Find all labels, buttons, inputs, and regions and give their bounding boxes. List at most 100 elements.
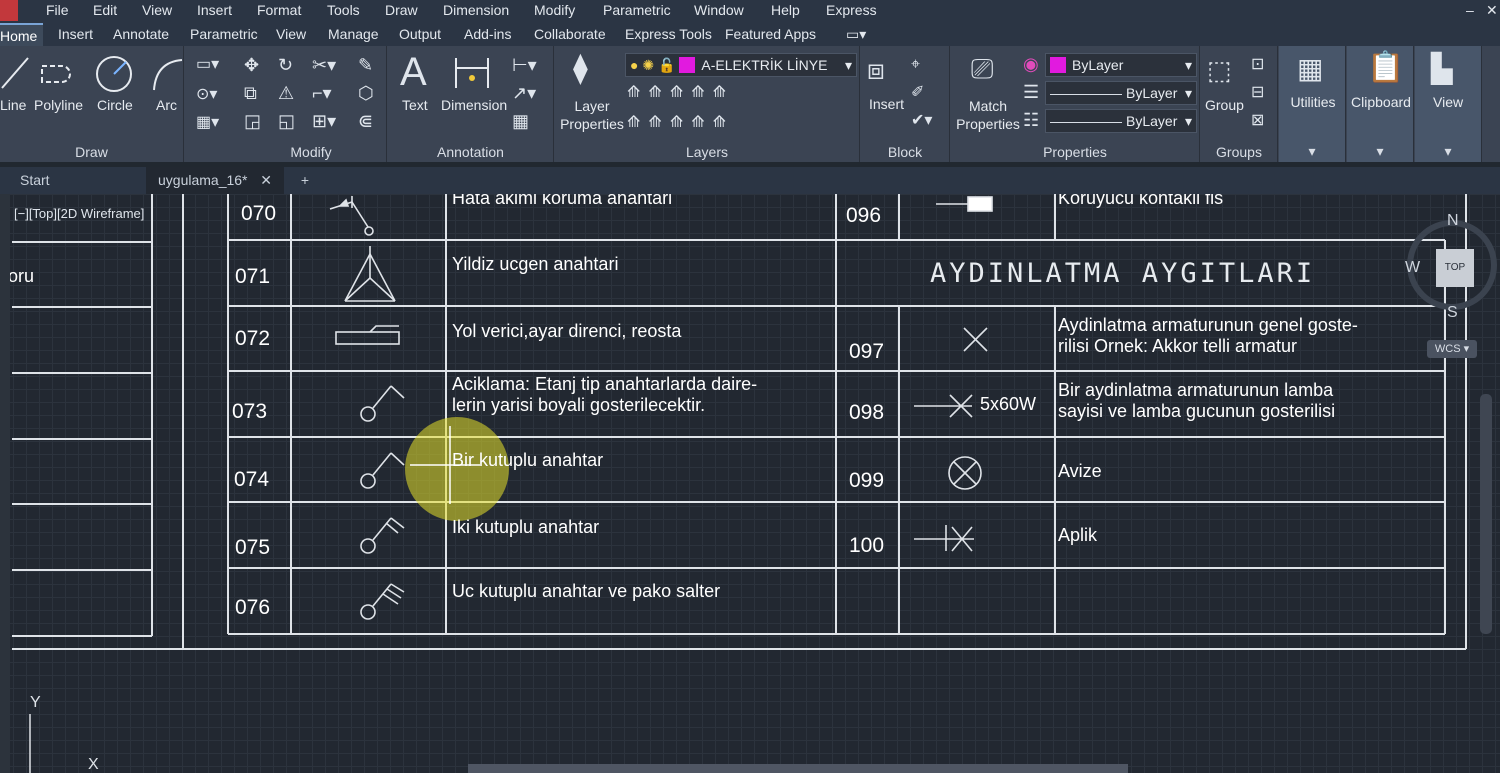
tab-output[interactable]: Output bbox=[399, 26, 441, 42]
viewport-label[interactable]: [−][Top][2D Wireframe] bbox=[14, 206, 144, 221]
group-edit-icon[interactable]: ⊟ bbox=[1251, 84, 1264, 102]
match-properties-icon[interactable]: ⎚ bbox=[971, 54, 993, 84]
create-block-icon[interactable]: ⌖ bbox=[911, 56, 920, 74]
layer-tools-icons-row1[interactable]: ⟰⟰⟰⟰⟰ bbox=[627, 84, 734, 102]
utilities-panel[interactable]: ▦ Utilities ▾ bbox=[1279, 46, 1346, 162]
trim-icon[interactable]: ✂▾ bbox=[312, 56, 336, 74]
draw-panel-label[interactable]: Draw bbox=[0, 144, 183, 160]
menu-file[interactable]: File bbox=[46, 2, 69, 18]
insert-block-icon[interactable]: ⧈ bbox=[867, 56, 885, 84]
menu-dimension[interactable]: Dimension bbox=[443, 2, 509, 18]
rotate-icon[interactable]: ↻ bbox=[278, 56, 293, 74]
gradient-icon[interactable]: ▦▾ bbox=[196, 114, 219, 132]
text-button[interactable]: Text bbox=[402, 97, 428, 113]
hatch-icon[interactable]: ⊙▾ bbox=[196, 86, 217, 104]
tab-parametric[interactable]: Parametric bbox=[190, 26, 258, 42]
text-icon[interactable]: A bbox=[400, 52, 427, 92]
menu-tools[interactable]: Tools bbox=[327, 2, 360, 18]
app-icon[interactable] bbox=[0, 0, 18, 21]
menu-modify[interactable]: Modify bbox=[534, 2, 575, 18]
wcs-menu[interactable]: WCS ▾ bbox=[1427, 340, 1477, 358]
polyline-icon[interactable] bbox=[38, 56, 78, 86]
menu-window[interactable]: Window bbox=[694, 2, 744, 18]
match-properties-button[interactable]: Match Properties bbox=[953, 97, 1023, 133]
layers-panel-label[interactable]: Layers bbox=[555, 144, 859, 160]
tab-collaborate[interactable]: Collaborate bbox=[534, 26, 606, 42]
table-icon[interactable]: ▦ bbox=[512, 112, 529, 130]
annotation-panel-label[interactable]: Annotation bbox=[388, 144, 553, 160]
menu-express[interactable]: Express bbox=[826, 2, 877, 18]
compass-north[interactable]: N bbox=[1447, 212, 1459, 230]
group-button[interactable]: Group bbox=[1205, 97, 1244, 113]
insert-button[interactable]: Insert bbox=[869, 96, 904, 112]
horizontal-scrollbar[interactable] bbox=[468, 764, 1128, 773]
circle-button[interactable]: Circle bbox=[97, 97, 133, 113]
group-select-icon[interactable]: ⊠ bbox=[1251, 112, 1264, 130]
dimension-button[interactable]: Dimension bbox=[441, 97, 507, 113]
tab-drawing[interactable]: uygulama_16* ✕ bbox=[146, 167, 284, 194]
linetype-dropdown[interactable]: ByLayer ▾ bbox=[1045, 81, 1197, 105]
dimension-icon[interactable] bbox=[452, 56, 492, 90]
polyline-button[interactable]: Polyline bbox=[34, 97, 83, 113]
view-panel[interactable]: ▙ View ▾ bbox=[1415, 46, 1482, 162]
viewcube-top-face[interactable]: TOP bbox=[1436, 249, 1474, 287]
edit-block-icon[interactable]: ✐ bbox=[911, 84, 924, 102]
tab-annotate[interactable]: Annotate bbox=[113, 26, 169, 42]
lineweight-dropdown[interactable]: ByLayer ▾ bbox=[1045, 109, 1197, 133]
tab-insert[interactable]: Insert bbox=[58, 26, 93, 42]
vertical-scrollbar[interactable] bbox=[1480, 394, 1492, 634]
block-panel-label[interactable]: Block bbox=[861, 144, 949, 160]
tab-express-tools[interactable]: Express Tools bbox=[625, 26, 712, 42]
tab-view[interactable]: View bbox=[276, 26, 306, 42]
layer-dropdown[interactable]: ● ✺ 🔓 A-ELEKTRİK LİNYE ▾ bbox=[625, 53, 857, 77]
menu-draw[interactable]: Draw bbox=[385, 2, 418, 18]
multileader-icon[interactable]: ↗▾ bbox=[512, 84, 536, 102]
array-icon[interactable]: ⊞▾ bbox=[312, 112, 336, 130]
circle-icon[interactable] bbox=[94, 54, 134, 94]
close-tab-icon[interactable]: ✕ bbox=[260, 167, 272, 194]
layer-properties-button[interactable]: Layer Properties bbox=[557, 97, 627, 133]
clipboard-panel[interactable]: 📋 Clipboard ▾ bbox=[1347, 46, 1414, 162]
erase-icon[interactable]: ✎ bbox=[358, 56, 373, 74]
move-icon[interactable]: ✥ bbox=[244, 56, 259, 74]
menu-parametric[interactable]: Parametric bbox=[603, 2, 671, 18]
scale-icon[interactable]: ◱ bbox=[278, 112, 295, 130]
group-icon[interactable]: ⬚ bbox=[1207, 56, 1232, 84]
groups-panel-label[interactable]: Groups bbox=[1201, 144, 1277, 160]
minimize-icon[interactable]: – bbox=[1466, 2, 1474, 18]
line-button[interactable]: Line bbox=[0, 97, 26, 113]
compass-west[interactable]: W bbox=[1405, 259, 1420, 277]
layer-tools-icons-row2[interactable]: ⟰⟰⟰⟰⟰ bbox=[627, 114, 734, 132]
ungroup-icon[interactable]: ⊡ bbox=[1251, 56, 1264, 74]
tab-manage[interactable]: Manage bbox=[328, 26, 379, 42]
arc-icon[interactable] bbox=[150, 56, 184, 92]
color-dropdown[interactable]: ByLayer ▾ bbox=[1045, 53, 1197, 77]
properties-panel-label[interactable]: Properties bbox=[951, 144, 1199, 160]
explode-icon[interactable]: ⬡ bbox=[358, 84, 374, 102]
rectangle-icon[interactable]: ▭▾ bbox=[196, 56, 219, 74]
ribbon-options-icon[interactable]: ▭▾ bbox=[846, 26, 866, 43]
close-icon[interactable]: ✕ bbox=[1486, 2, 1498, 19]
copy-icon[interactable]: ⧉ bbox=[244, 84, 257, 102]
arc-button[interactable]: Arc bbox=[156, 97, 177, 113]
tab-home[interactable]: Home bbox=[0, 23, 44, 47]
viewcube[interactable]: TOP N W S bbox=[1405, 212, 1500, 322]
menu-help[interactable]: Help bbox=[771, 2, 800, 18]
menu-insert[interactable]: Insert bbox=[197, 2, 232, 18]
menu-view[interactable]: View bbox=[142, 2, 172, 18]
menu-edit[interactable]: Edit bbox=[93, 2, 117, 18]
color-wheel-icon[interactable]: ◉ bbox=[1023, 55, 1039, 73]
edit-attributes-icon[interactable]: ✔▾ bbox=[911, 112, 932, 130]
offset-icon[interactable]: ⋐ bbox=[358, 112, 373, 130]
menu-format[interactable]: Format bbox=[257, 2, 301, 18]
tab-add-ins[interactable]: Add-ins bbox=[464, 26, 511, 42]
layer-properties-icon[interactable]: ⧫ bbox=[573, 54, 588, 84]
leader-icon[interactable]: ⊢▾ bbox=[512, 56, 537, 74]
lineweight-icon[interactable]: ☷ bbox=[1023, 111, 1039, 129]
line-icon[interactable] bbox=[0, 54, 30, 90]
mirror-icon[interactable]: ⚠ bbox=[278, 84, 294, 102]
modify-panel-label[interactable]: Modify bbox=[236, 144, 386, 160]
tab-featured-apps[interactable]: Featured Apps bbox=[725, 26, 816, 42]
fillet-icon[interactable]: ⌐▾ bbox=[312, 84, 332, 102]
left-palette-strip[interactable] bbox=[0, 194, 10, 773]
